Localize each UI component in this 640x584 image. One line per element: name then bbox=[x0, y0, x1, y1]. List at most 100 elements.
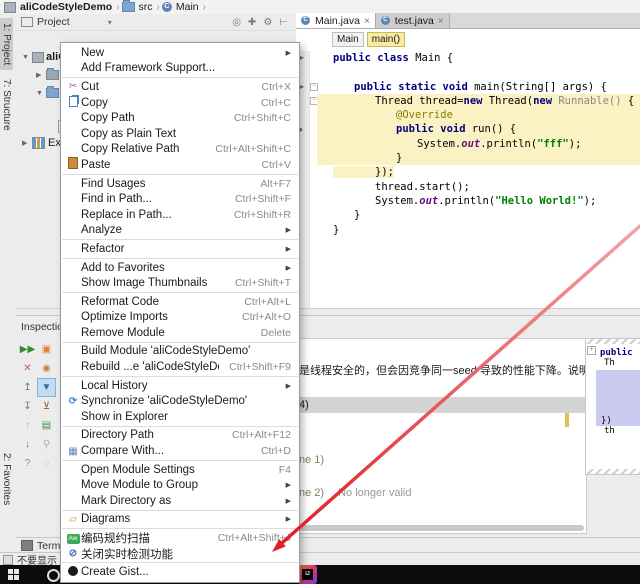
breadcrumb-chip-main-method[interactable]: main() bbox=[367, 32, 405, 47]
menu-item-add-to-favorites[interactable]: Add to Favorites▶ bbox=[61, 260, 299, 276]
tab-label: Main.java bbox=[315, 15, 360, 27]
collapsed-arrow-icon[interactable]: ▶ bbox=[36, 71, 46, 79]
close-tab-icon[interactable] bbox=[437, 15, 444, 27]
breadcrumb-main[interactable]: Main bbox=[176, 1, 199, 13]
apply-quickfix-icon[interactable]: ⊻ bbox=[37, 397, 56, 416]
menu-item-analyze[interactable]: Analyze▶ bbox=[61, 223, 299, 239]
export-icon[interactable]: ▤ bbox=[37, 416, 56, 435]
previous-problem-icon[interactable]: ↑ bbox=[18, 416, 37, 435]
menu-item-label: Compare With... bbox=[81, 445, 251, 457]
menu-item-move-module-to-group[interactable]: Move Module to Group ▶ bbox=[61, 477, 299, 493]
close-icon[interactable]: ✕ bbox=[18, 359, 37, 378]
group-by-module-icon[interactable]: ▣ bbox=[37, 340, 56, 359]
menu-item-label: Copy as Plain Text bbox=[81, 128, 281, 140]
menu-item-label: Synchronize 'aliCodeStyleDemo' bbox=[81, 395, 281, 407]
locate-icon[interactable]: ◎ bbox=[232, 17, 241, 28]
editor-tabs: C Main.java C test.java bbox=[296, 13, 640, 29]
menu-separator bbox=[62, 562, 298, 563]
menu-item-cut[interactable]: ✂CutCtrl+X bbox=[61, 79, 299, 95]
left-tool-stripe: 1: Project 7: Structure 2: Favorites ★ bbox=[0, 14, 17, 565]
menu-item-directory-path[interactable]: Directory PathCtrl+Alt+F12 bbox=[61, 428, 299, 444]
menu-item-refactor[interactable]: Refactor▶ bbox=[61, 241, 299, 257]
menu-item-find-in-path[interactable]: Find in Path...Ctrl+Shift+F bbox=[61, 191, 299, 207]
breadcrumb-src[interactable]: src bbox=[139, 1, 153, 13]
menu-item-compare-with[interactable]: ▦Compare With...Ctrl+D bbox=[61, 443, 299, 459]
menu-item-show-image-thumbnails[interactable]: Show Image Thumbnails Ctrl+Shift+T bbox=[61, 275, 299, 291]
menu-separator bbox=[62, 239, 298, 240]
help-icon[interactable]: ? bbox=[18, 454, 37, 473]
menu-item-add-framework-support[interactable]: Add Framework Support... bbox=[61, 61, 299, 77]
menu-item-paste[interactable]: PasteCtrl+V bbox=[61, 157, 299, 173]
settings-gear-icon[interactable]: ⚙ bbox=[263, 17, 272, 28]
expand-arrow-icon[interactable]: ▼ bbox=[22, 54, 32, 61]
taskbar-search-icon[interactable] bbox=[47, 569, 60, 582]
filter-icon[interactable]: ▼ bbox=[37, 378, 56, 397]
collapsed-arrow-icon[interactable]: ▶ bbox=[22, 139, 32, 147]
menu-item-local-history[interactable]: Local History▶ bbox=[61, 378, 299, 394]
submenu-arrow-icon: ▶ bbox=[286, 481, 291, 489]
menu-item-optimize-imports[interactable]: Optimize ImportsCtrl+Alt+O bbox=[61, 310, 299, 326]
menu-item-rebuild-module[interactable]: Rebuild ...e 'aliCodeStyleDemo'Ctrl+Shif… bbox=[61, 359, 299, 375]
next-problem-icon[interactable]: ↓ bbox=[18, 435, 37, 454]
menu-item-label: Paste bbox=[81, 159, 252, 171]
sidebar-item-structure[interactable]: 7: Structure bbox=[0, 74, 13, 136]
menu-shortcut: Ctrl+Shift+T bbox=[235, 277, 291, 289]
menu-item-replace-in-path[interactable]: Replace in Path...Ctrl+Shift+R bbox=[61, 207, 299, 223]
collapse-all-icon[interactable]: ↧ bbox=[18, 397, 37, 416]
code-editor[interactable]: public class Main {public static void ma… bbox=[317, 51, 640, 237]
menu-item-mark-directory-as[interactable]: Mark Directory as▶ bbox=[61, 493, 299, 509]
menu-item-label: Show Image Thumbnails bbox=[81, 277, 225, 289]
breadcrumb-chip-main[interactable]: Main bbox=[332, 32, 364, 47]
group-by-severity-icon[interactable]: ◉ bbox=[37, 359, 56, 378]
breadcrumb-project[interactable]: aliCodeStyleDemo bbox=[20, 1, 112, 13]
menu-item-remove-module[interactable]: Remove ModuleDelete bbox=[61, 325, 299, 341]
menu-item-ali-code-scan[interactable]: Aw编码规约扫描Ctrl+Alt+Shift+J bbox=[61, 530, 299, 546]
code-line: } bbox=[317, 151, 640, 165]
menu-item-show-in-explorer[interactable]: Show in Explorer bbox=[61, 409, 299, 425]
expand-arrow-icon[interactable]: ▼ bbox=[36, 90, 46, 97]
fold-plus-icon[interactable]: + bbox=[587, 346, 596, 355]
menu-item-open-module-settings[interactable]: Open Module SettingsF4 bbox=[61, 462, 299, 478]
menu-item-create-gist[interactable]: Create Gist... bbox=[61, 564, 299, 580]
menu-item-disable-realtime-check[interactable]: ⊘关闭实时检测功能 bbox=[61, 546, 299, 562]
menu-item-new[interactable]: New▶ bbox=[61, 45, 299, 61]
submenu-arrow-icon: ▶ bbox=[286, 226, 291, 234]
rerun-inspection-icon[interactable]: ▶▶ bbox=[18, 340, 37, 359]
tree-row-external-libraries[interactable]: ▶ Ext bbox=[22, 136, 64, 150]
tab-test-java[interactable]: C test.java bbox=[376, 13, 450, 28]
tab-main-java[interactable]: C Main.java bbox=[296, 13, 376, 28]
windows-start-icon[interactable] bbox=[8, 569, 19, 580]
class-icon: C bbox=[162, 2, 172, 12]
menu-item-reformat-code[interactable]: Reformat CodeCtrl+Alt+L bbox=[61, 294, 299, 310]
hide-panel-icon[interactable]: ⊢ bbox=[279, 17, 288, 28]
menu-shortcut: Ctrl+Alt+O bbox=[242, 311, 291, 323]
collapse-icon[interactable]: ✚ bbox=[248, 17, 256, 28]
tree-row-idea-folder[interactable]: ▶ bbox=[36, 68, 61, 82]
menu-item-copy-relative-path[interactable]: Copy Relative PathCtrl+Alt+Shift+C bbox=[61, 142, 299, 158]
menu-item-copy-as-plain-text[interactable]: Copy as Plain Text bbox=[61, 126, 299, 142]
menu-item-synchronize[interactable]: ⟳Synchronize 'aliCodeStyleDemo' bbox=[61, 393, 299, 409]
menu-shortcut: Ctrl+Alt+Shift+J bbox=[218, 532, 291, 544]
horizontal-scrollbar[interactable] bbox=[299, 525, 584, 531]
inspection-toolbar: ▶▶▣✕◉↥▼↧⊻↑▤↓⚲?◌ bbox=[18, 340, 60, 473]
settings-icon[interactable]: ⚲ bbox=[37, 435, 56, 454]
menu-item-copy[interactable]: CopyCtrl+C bbox=[61, 95, 299, 111]
chevron-down-icon[interactable] bbox=[70, 16, 112, 28]
code-line: public static void main(String[] args) { bbox=[317, 80, 640, 94]
close-tab-icon[interactable] bbox=[363, 15, 370, 27]
checkbox-icon[interactable] bbox=[3, 555, 13, 565]
intellij-taskbar-icon[interactable]: IJ bbox=[298, 565, 317, 584]
menu-item-copy-path[interactable]: Copy PathCtrl+Shift+C bbox=[61, 110, 299, 126]
menu-separator bbox=[62, 292, 298, 293]
expand-all-icon[interactable]: ↥ bbox=[18, 378, 37, 397]
menu-item-build-module[interactable]: Build Module 'aliCodeStyleDemo' bbox=[61, 344, 299, 360]
menu-item-label: Copy bbox=[81, 97, 251, 109]
menu-item-diagrams[interactable]: ▱Diagrams▶ bbox=[61, 512, 299, 528]
menu-item-label: Move Module to Group bbox=[81, 479, 276, 491]
sidebar-item-project[interactable]: 1: Project bbox=[0, 18, 13, 70]
inspection-location: ne 1) bbox=[299, 454, 324, 466]
tree-row-src-folder[interactable]: ▼ bbox=[36, 86, 61, 100]
menu-item-find-usages[interactable]: Find UsagesAlt+F7 bbox=[61, 176, 299, 192]
preview-icon[interactable]: ◌ bbox=[37, 454, 56, 473]
sidebar-item-favorites[interactable]: 2: Favorites bbox=[0, 448, 13, 510]
